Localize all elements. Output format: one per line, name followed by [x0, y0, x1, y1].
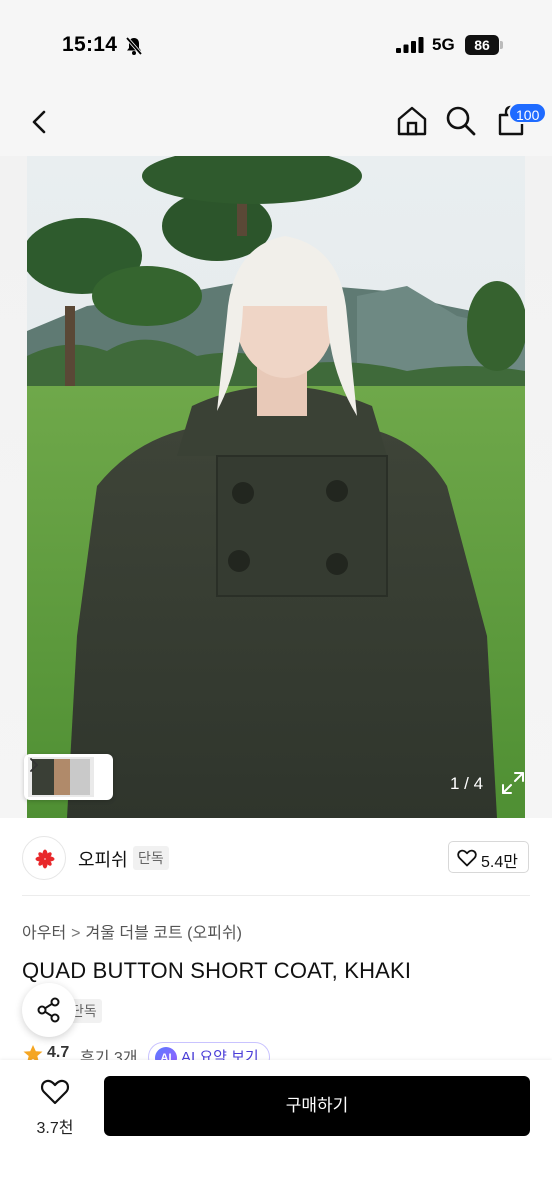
- home-icon[interactable]: [395, 104, 429, 138]
- expand-icon[interactable]: [500, 770, 526, 796]
- status-time: 15:14: [62, 33, 118, 56]
- brand-exclusive-tag: 단독: [133, 846, 169, 870]
- cart-badge: 100: [508, 102, 548, 124]
- product-title: QUAD BUTTON SHORT COAT, KHAKI: [22, 958, 412, 983]
- chevron-right-icon: [30, 758, 38, 772]
- share-icon: [37, 997, 60, 1023]
- back-arrow-icon[interactable]: [24, 106, 56, 138]
- product-photo-image: [27, 156, 525, 818]
- buy-button[interactable]: 구매하기: [104, 1076, 530, 1136]
- breadcrumb-category[interactable]: 아우터: [22, 925, 66, 942]
- divider: [22, 895, 530, 896]
- rating-value: 4.7: [47, 1044, 70, 1060]
- ai-summary-label: AI 요약 보기: [181, 1049, 259, 1060]
- product-gallery[interactable]: [0, 156, 552, 818]
- wishlist-button[interactable]: 3.7천: [22, 1076, 88, 1140]
- search-icon[interactable]: [444, 104, 478, 138]
- battery-cap: [500, 41, 503, 49]
- thumbnail-strip[interactable]: [24, 754, 113, 800]
- wishlist-count: 3.7천: [36, 1120, 74, 1137]
- share-button[interactable]: [22, 983, 76, 1037]
- star-icon: [23, 1045, 43, 1060]
- brand-like-button[interactable]: 5.4만: [448, 841, 529, 873]
- top-navigation: [0, 90, 552, 156]
- ai-badge-icon: AI: [155, 1047, 177, 1060]
- network-type: 5G: [432, 35, 455, 54]
- brand-logo-mark: [35, 849, 55, 869]
- review-count-link[interactable]: 후기 3개: [80, 1044, 138, 1060]
- bottom-action-bar: 3.7천 구매하기: [0, 1060, 552, 1200]
- breadcrumb: 아우터 > 겨울 더블 코트 (오피쉬): [22, 919, 242, 943]
- brand-name[interactable]: 오피쉬: [78, 846, 128, 872]
- status-bar: 15:14 5G 86: [0, 0, 552, 90]
- brand-like-count: 5.4만: [481, 854, 518, 871]
- brand-logo[interactable]: [22, 836, 66, 880]
- ai-summary-button[interactable]: AI AI 요약 보기: [148, 1042, 270, 1060]
- product-photo[interactable]: [27, 156, 525, 818]
- battery-icon: 86: [465, 35, 503, 55]
- rating-row: 4.7 후기 3개 AI AI 요약 보기: [22, 1042, 552, 1060]
- heart-icon: [457, 849, 477, 867]
- breadcrumb-separator-icon: >: [71, 925, 81, 942]
- gallery-page-counter: 1 / 4: [450, 774, 484, 793]
- breadcrumb-subcategory[interactable]: 겨울 더블 코트 (오피쉬): [86, 925, 242, 942]
- battery-level: 86: [465, 35, 499, 55]
- signal-icon: [396, 37, 424, 53]
- bell-off-icon: [125, 36, 143, 56]
- heart-outline-icon: [40, 1079, 70, 1105]
